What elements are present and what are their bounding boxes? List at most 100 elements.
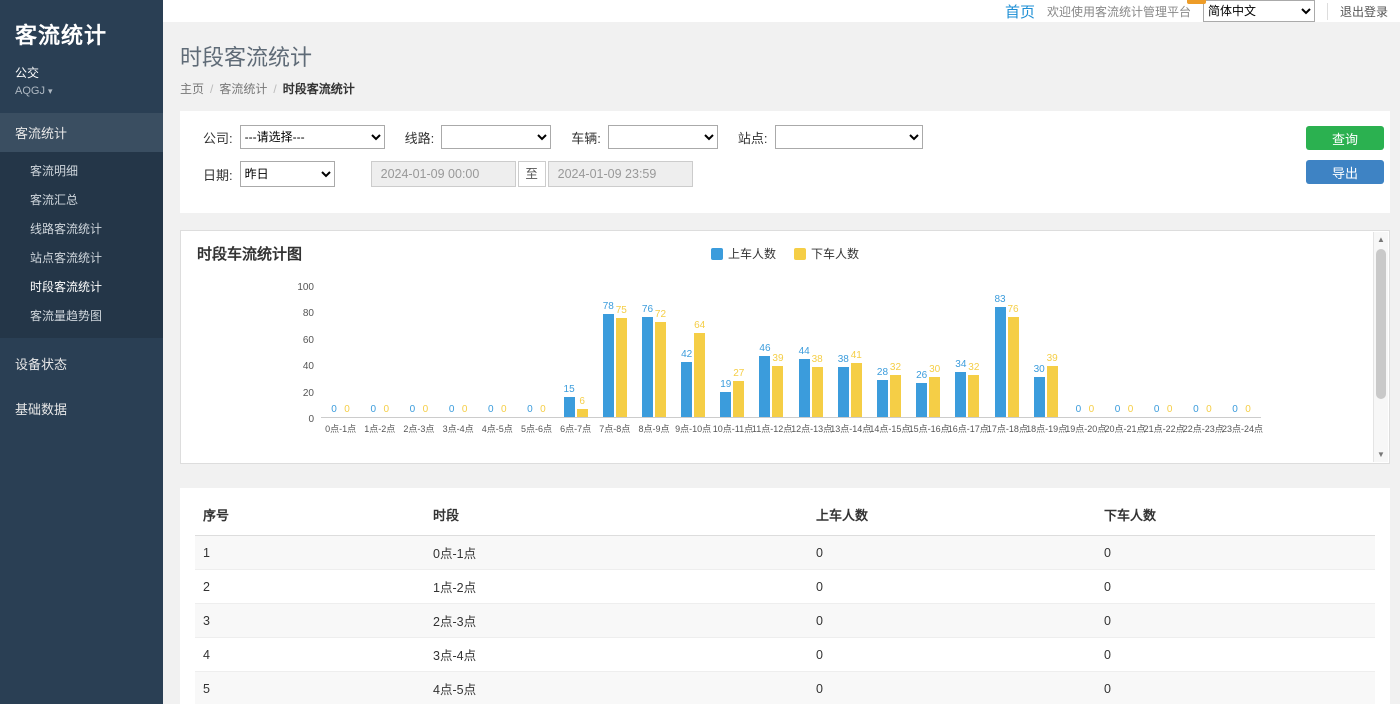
bar-group: 7672 bbox=[634, 317, 673, 417]
filter-row-1: 公司: ---请选择--- 线路: 车辆: 站点: bbox=[203, 125, 1290, 149]
x-tick-label: 9点-10点 bbox=[674, 422, 713, 438]
bar-value-label: 0 bbox=[501, 404, 507, 415]
bar-group: 2832 bbox=[869, 375, 908, 417]
table-cell: 3 bbox=[195, 604, 425, 638]
legend-item[interactable]: 下车人数 bbox=[794, 245, 859, 262]
line-select[interactable] bbox=[441, 125, 551, 149]
breadcrumb: 主页/客流统计/时段客流统计 bbox=[180, 80, 1390, 97]
table-row[interactable]: 21点-2点00 bbox=[195, 570, 1375, 604]
table-body: 10点-1点0021点-2点0032点-3点0043点-4点0054点-5点00… bbox=[195, 536, 1375, 704]
bar: 32 bbox=[890, 375, 901, 417]
table-row[interactable]: 10点-1点00 bbox=[195, 536, 1375, 570]
bar: 83 bbox=[995, 307, 1006, 417]
x-tick-label: 8点-9点 bbox=[634, 422, 673, 438]
sidebar-subitem-2[interactable]: 客流汇总 bbox=[0, 185, 163, 214]
bar-value-label: 64 bbox=[694, 320, 705, 331]
chart-scrollbar[interactable]: ▲ ▼ bbox=[1373, 232, 1388, 462]
table-cell: 0 bbox=[808, 638, 1096, 672]
sidebar-subitem-6[interactable]: 客流量趋势图 bbox=[0, 301, 163, 330]
sidebar-subitem-3[interactable]: 线路客流统计 bbox=[0, 214, 163, 243]
home-link[interactable]: 首页 bbox=[1005, 1, 1035, 22]
filter-row-2: 日期: 昨日 至 bbox=[203, 161, 1290, 187]
x-tick-label: 2点-3点 bbox=[399, 422, 438, 438]
bar: 76 bbox=[642, 317, 653, 417]
station-select[interactable] bbox=[775, 125, 923, 149]
sidebar-submenu: 客流明细客流汇总线路客流统计站点客流统计时段客流统计客流量趋势图 bbox=[0, 152, 163, 338]
date-start-input[interactable] bbox=[371, 161, 516, 187]
bar-group: 3039 bbox=[1026, 366, 1065, 417]
sidebar-subitem-5[interactable]: 时段客流统计 bbox=[0, 272, 163, 301]
language-select[interactable]: 简体中文 bbox=[1203, 0, 1315, 22]
sidebar-subitem-4[interactable]: 站点客流统计 bbox=[0, 243, 163, 272]
breadcrumb-item[interactable]: 主页 bbox=[180, 82, 204, 96]
bar-value-label: 19 bbox=[720, 379, 731, 390]
query-button[interactable]: 查询 bbox=[1306, 126, 1384, 150]
date-to-label: 至 bbox=[518, 161, 546, 187]
company-label: 公司: bbox=[203, 128, 233, 147]
table-cell: 2 bbox=[195, 570, 425, 604]
column-header: 时段 bbox=[425, 494, 808, 536]
content: 时段客流统计 主页/客流统计/时段客流统计 公司: ---请选择--- 线路: bbox=[163, 22, 1400, 704]
column-header: 序号 bbox=[195, 494, 425, 536]
bar-value-label: 0 bbox=[383, 404, 389, 415]
table-cell: 1 bbox=[195, 536, 425, 570]
x-tick-label: 13点-14点 bbox=[830, 422, 869, 438]
y-tick-label: 40 bbox=[274, 361, 314, 372]
bar-value-label: 39 bbox=[1047, 353, 1058, 364]
action-buttons: 查询 导出 bbox=[1306, 126, 1384, 184]
vehicle-select[interactable] bbox=[608, 125, 718, 149]
table-cell: 0 bbox=[1096, 638, 1375, 672]
bar-value-label: 0 bbox=[1206, 404, 1212, 415]
table-row[interactable]: 54点-5点00 bbox=[195, 672, 1375, 704]
x-tick-label: 14点-15点 bbox=[869, 422, 908, 438]
bar-chart: 020406080100 000000000000156787576724264… bbox=[321, 281, 1261, 438]
x-axis: 0点-1点1点-2点2点-3点3点-4点4点-5点5点-6点6点-7点7点-8点… bbox=[321, 422, 1261, 438]
bar-value-label: 15 bbox=[564, 384, 575, 395]
x-tick-label: 20点-21点 bbox=[1104, 422, 1143, 438]
scroll-down-icon[interactable]: ▼ bbox=[1374, 450, 1388, 459]
logout-link[interactable]: 退出登录 bbox=[1327, 3, 1388, 20]
bar-value-label: 83 bbox=[994, 294, 1005, 305]
welcome-text: 欢迎使用客流统计管理平台 bbox=[1047, 3, 1191, 20]
sidebar-item-base-data[interactable]: 基础数据 bbox=[0, 389, 163, 428]
bar: 34 bbox=[955, 372, 966, 417]
org-selector[interactable]: AQGJ▾ bbox=[15, 85, 148, 97]
sidebar-subitem-1[interactable]: 客流明细 bbox=[0, 156, 163, 185]
bar-value-label: 0 bbox=[1154, 404, 1160, 415]
breadcrumb-item[interactable]: 客流统计 bbox=[219, 82, 267, 96]
bar-value-label: 46 bbox=[759, 343, 770, 354]
bar-value-label: 0 bbox=[1128, 404, 1134, 415]
column-header: 上车人数 bbox=[808, 494, 1096, 536]
sidebar-item-device-status[interactable]: 设备状态 bbox=[0, 344, 163, 383]
bar: 15 bbox=[564, 397, 575, 417]
filter-panel: 公司: ---请选择--- 线路: 车辆: 站点: bbox=[180, 111, 1390, 213]
table-row[interactable]: 32点-3点00 bbox=[195, 604, 1375, 638]
bar-value-label: 30 bbox=[1034, 364, 1045, 375]
bar-group: 4438 bbox=[791, 359, 830, 417]
y-tick-label: 60 bbox=[274, 335, 314, 346]
data-table: 序号时段上车人数下车人数 10点-1点0021点-2点0032点-3点0043点… bbox=[195, 494, 1375, 704]
scrollbar-thumb[interactable] bbox=[1376, 249, 1386, 399]
bar-group: 3432 bbox=[948, 372, 987, 417]
bar-value-label: 0 bbox=[1245, 404, 1251, 415]
bar: 46 bbox=[759, 356, 770, 417]
bar: 6 bbox=[577, 409, 588, 417]
y-tick-label: 0 bbox=[274, 414, 314, 425]
date-preset-select[interactable]: 昨日 bbox=[240, 161, 335, 187]
bar-value-label: 0 bbox=[1115, 404, 1121, 415]
legend-item[interactable]: 上车人数 bbox=[711, 245, 776, 262]
x-tick-label: 12点-13点 bbox=[791, 422, 830, 438]
sidebar-item-passenger-stats[interactable]: 客流统计 bbox=[0, 113, 163, 152]
bar-group: 3841 bbox=[830, 363, 869, 417]
export-button[interactable]: 导出 bbox=[1306, 160, 1384, 184]
scroll-up-icon[interactable]: ▲ bbox=[1374, 235, 1388, 244]
table-row[interactable]: 43点-4点00 bbox=[195, 638, 1375, 672]
company-select[interactable]: ---请选择--- bbox=[240, 125, 385, 149]
app-title: 客流统计 bbox=[0, 0, 163, 60]
y-tick-label: 20 bbox=[274, 388, 314, 399]
profile-area: 公交 AQGJ▾ bbox=[0, 60, 163, 113]
legend-swatch-icon bbox=[711, 248, 723, 260]
caret-down-icon: ▾ bbox=[48, 86, 53, 96]
org-label: 公交 bbox=[15, 64, 148, 81]
date-end-input[interactable] bbox=[548, 161, 693, 187]
